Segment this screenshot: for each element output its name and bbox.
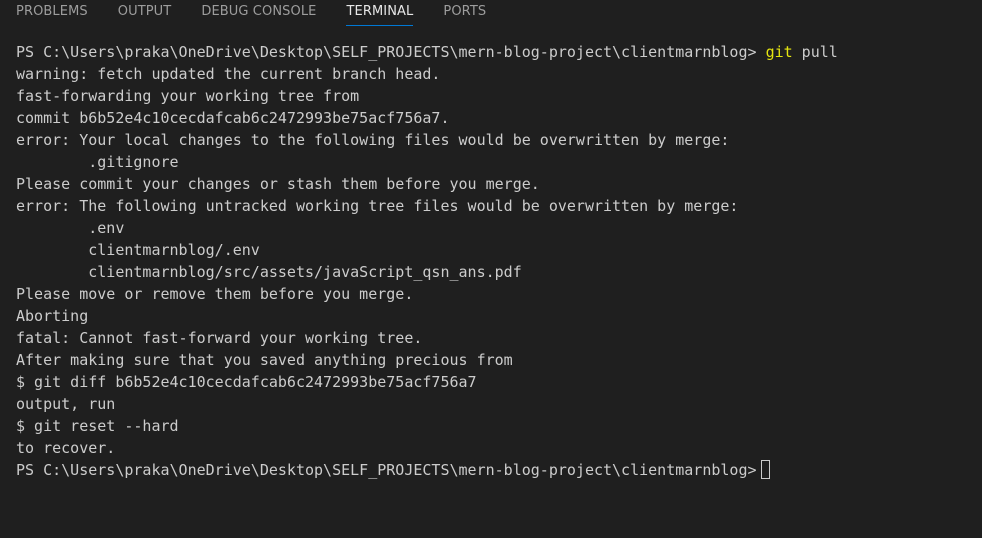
output-line: error: The following untracked working t…: [16, 197, 739, 215]
output-line: output, run: [16, 395, 116, 413]
tab-output[interactable]: OUTPUT: [118, 0, 172, 26]
output-line: commit b6b52e4c10cecdafcab6c2472993be75a…: [16, 109, 450, 127]
output-line: .gitignore: [16, 153, 179, 171]
command-keyword: git: [765, 43, 793, 61]
command-args: pull: [792, 43, 838, 61]
tab-ports[interactable]: PORTS: [443, 0, 486, 26]
output-line: Please move or remove them before you me…: [16, 285, 414, 303]
final-prompt-text: PS C:\Users\praka\OneDrive\Desktop\SELF_…: [16, 461, 757, 479]
cursor-icon: [760, 460, 770, 479]
terminal-panel: PROBLEMS OUTPUT DEBUG CONSOLE TERMINAL P…: [0, 0, 982, 538]
terminal-output[interactable]: PS C:\Users\praka\OneDrive\Desktop\SELF_…: [16, 41, 982, 538]
prompt-text: PS C:\Users\praka\OneDrive\Desktop\SELF_…: [16, 43, 766, 61]
output-line: clientmarnblog/src/assets/javaScript_qsn…: [16, 263, 522, 281]
output-line: to recover.: [16, 439, 116, 457]
output-line: $ git reset --hard: [16, 417, 179, 435]
command-line: PS C:\Users\praka\OneDrive\Desktop\SELF_…: [16, 41, 982, 63]
output-line: .env: [16, 219, 125, 237]
tab-terminal[interactable]: TERMINAL: [346, 0, 414, 26]
output-lines: warning: fetch updated the current branc…: [16, 63, 982, 459]
output-line: clientmarnblog/.env: [16, 241, 260, 259]
tab-debug-console[interactable]: DEBUG CONSOLE: [201, 0, 316, 26]
final-prompt-line[interactable]: PS C:\Users\praka\OneDrive\Desktop\SELF_…: [16, 459, 982, 481]
output-line: warning: fetch updated the current branc…: [16, 65, 441, 83]
output-line: $ git diff b6b52e4c10cecdafcab6c2472993b…: [16, 373, 477, 391]
output-line: Please commit your changes or stash them…: [16, 175, 540, 193]
output-line: error: Your local changes to the followi…: [16, 131, 730, 149]
output-line: fatal: Cannot fast-forward your working …: [16, 329, 423, 347]
output-line: After making sure that you saved anythin…: [16, 351, 513, 369]
tab-problems[interactable]: PROBLEMS: [16, 0, 88, 26]
output-line: fast-forwarding your working tree from: [16, 87, 360, 105]
panel-tab-bar: PROBLEMS OUTPUT DEBUG CONSOLE TERMINAL P…: [0, 0, 982, 30]
output-line: Aborting: [16, 307, 89, 325]
